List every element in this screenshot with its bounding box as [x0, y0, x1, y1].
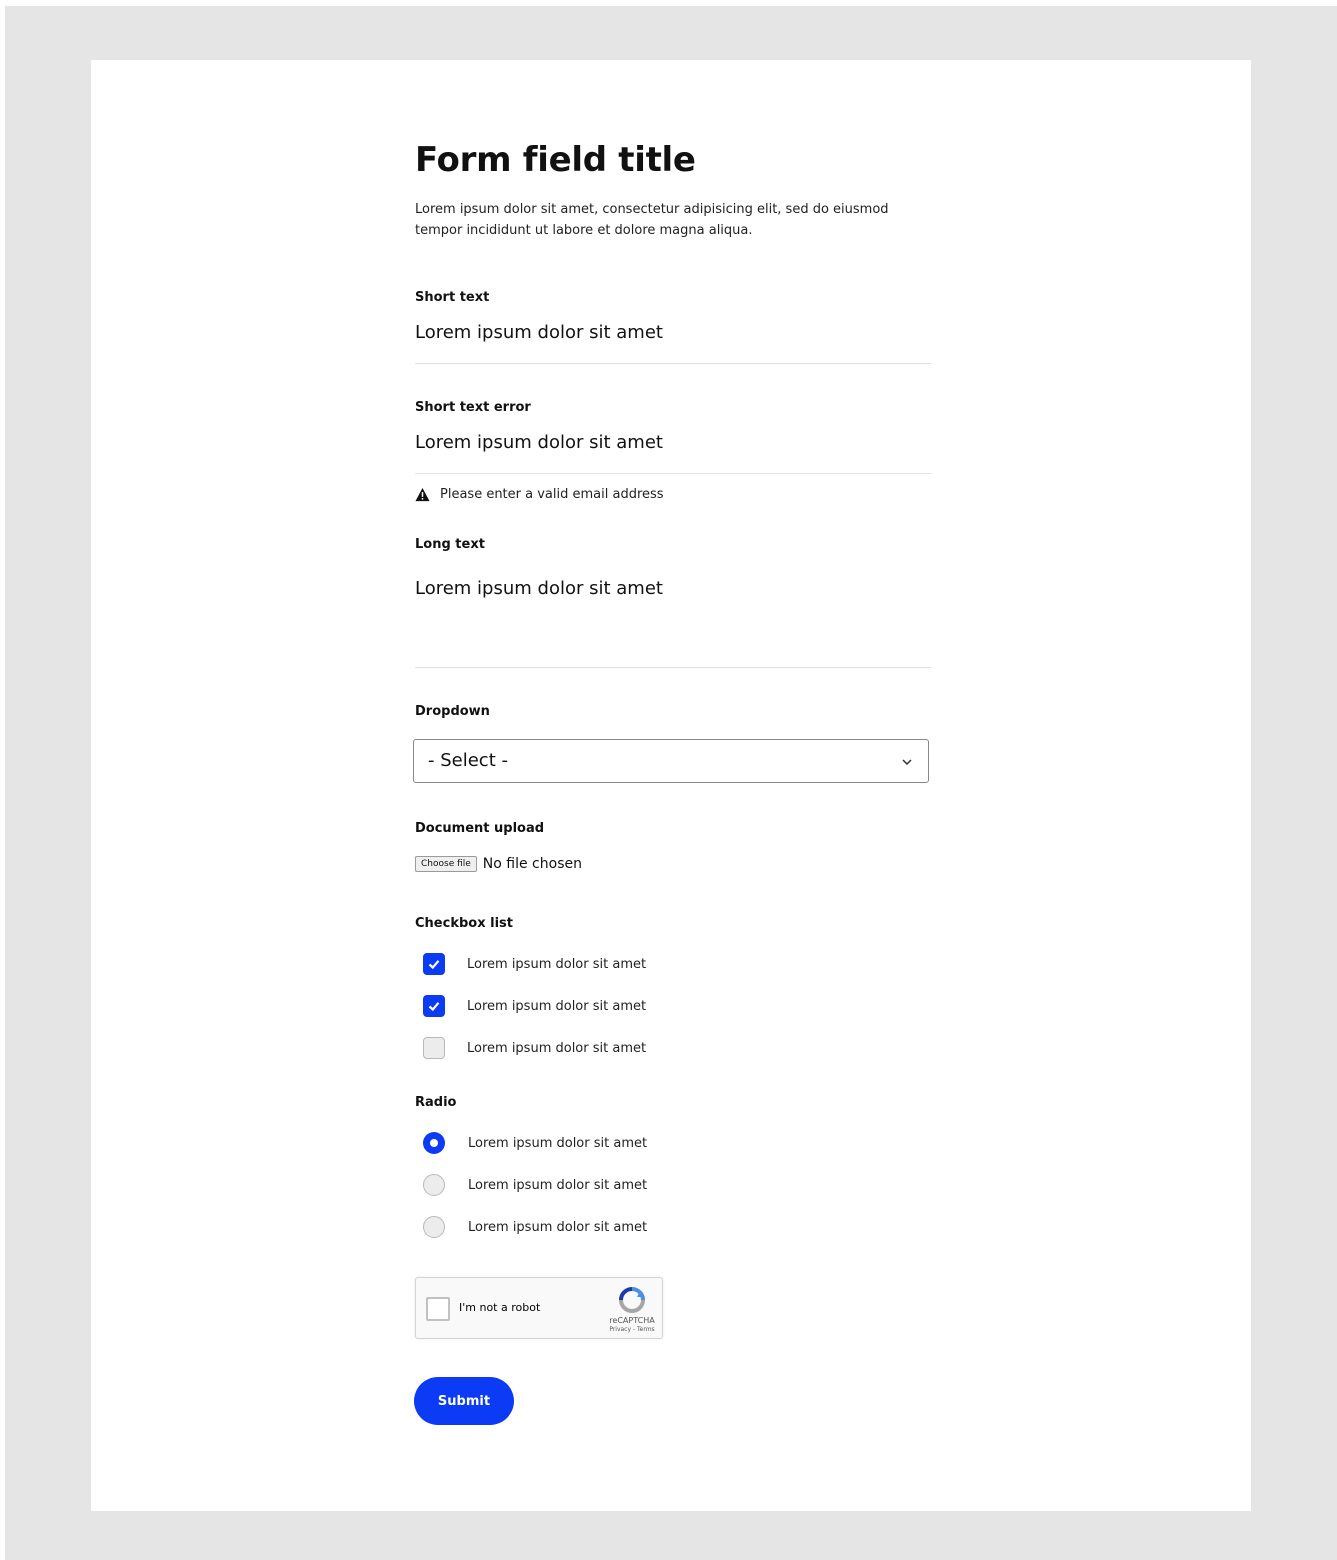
checkbox-item[interactable]: Lorem ipsum dolor sit amet [423, 994, 646, 1018]
short-text-error-input[interactable]: Lorem ipsum dolor sit amet [415, 432, 663, 453]
dropdown-select[interactable]: - Select - [413, 739, 929, 783]
form-intro: Lorem ipsum dolor sit amet, consectetur … [415, 202, 889, 238]
radio-item[interactable]: Lorem ipsum dolor sit amet [423, 1173, 647, 1197]
check-icon [428, 960, 440, 970]
form-title: Form field title [415, 140, 696, 180]
error-message: Please enter a valid email address [415, 486, 664, 502]
file-input: Choose file No file chosen [415, 856, 582, 872]
short-text-error-underline [415, 473, 931, 474]
recaptcha-widget: I'm not a robot reCAPTCHA Privacy - Term… [415, 1277, 663, 1339]
radio-option-label: Lorem ipsum dolor sit amet [468, 1135, 648, 1151]
form-card: Form field title Lorem ipsum dolor sit a… [91, 60, 1251, 1511]
checkbox-checked[interactable] [423, 953, 445, 975]
checkbox-checked[interactable] [423, 995, 445, 1017]
dropdown-label: Dropdown [415, 704, 490, 719]
short-text-error-label: Short text error [415, 400, 531, 415]
radio-unselected[interactable] [423, 1216, 445, 1238]
recaptcha-logo-icon [619, 1287, 645, 1313]
error-text: Please enter a valid email address [440, 486, 664, 502]
recaptcha-brand: reCAPTCHA [609, 1316, 655, 1325]
warning-icon [415, 487, 430, 501]
long-text-label: Long text [415, 537, 485, 552]
short-text-underline [415, 363, 931, 364]
chevron-down-icon [902, 759, 912, 766]
short-text-label: Short text [415, 290, 490, 305]
radio-option-label: Lorem ipsum dolor sit amet [468, 1177, 648, 1193]
submit-button[interactable]: Submit [414, 1377, 514, 1425]
checkbox-list-label: Checkbox list [415, 916, 513, 931]
recaptcha-links[interactable]: Privacy - Terms [602, 1326, 662, 1333]
radio-item[interactable]: Lorem ipsum dolor sit amet [423, 1215, 647, 1239]
radio-label: Radio [415, 1095, 457, 1110]
choose-file-button[interactable]: Choose file [415, 856, 477, 872]
checkbox-label: Lorem ipsum dolor sit amet [467, 998, 647, 1014]
radio-item[interactable]: Lorem ipsum dolor sit amet [423, 1131, 647, 1155]
file-status: No file chosen [482, 856, 582, 872]
checkbox-item[interactable]: Lorem ipsum dolor sit amet [423, 952, 646, 976]
radio-option-label: Lorem ipsum dolor sit amet [468, 1219, 648, 1235]
long-text-input[interactable]: Lorem ipsum dolor sit amet [415, 578, 663, 599]
checkbox-item[interactable]: Lorem ipsum dolor sit amet [423, 1036, 646, 1060]
dropdown-selected-value: - Select - [428, 750, 508, 771]
recaptcha-label: I'm not a robot [459, 1301, 541, 1314]
long-text-underline [415, 667, 931, 668]
checkbox-label: Lorem ipsum dolor sit amet [467, 1040, 647, 1056]
radio-selected[interactable] [423, 1132, 445, 1154]
check-icon [428, 1002, 440, 1012]
short-text-input[interactable]: Lorem ipsum dolor sit amet [415, 322, 663, 343]
radio-unselected[interactable] [423, 1174, 445, 1196]
document-upload-label: Document upload [415, 821, 545, 836]
checkbox-label: Lorem ipsum dolor sit amet [467, 956, 647, 972]
recaptcha-checkbox[interactable] [426, 1297, 450, 1321]
checkbox-unchecked[interactable] [423, 1037, 445, 1059]
